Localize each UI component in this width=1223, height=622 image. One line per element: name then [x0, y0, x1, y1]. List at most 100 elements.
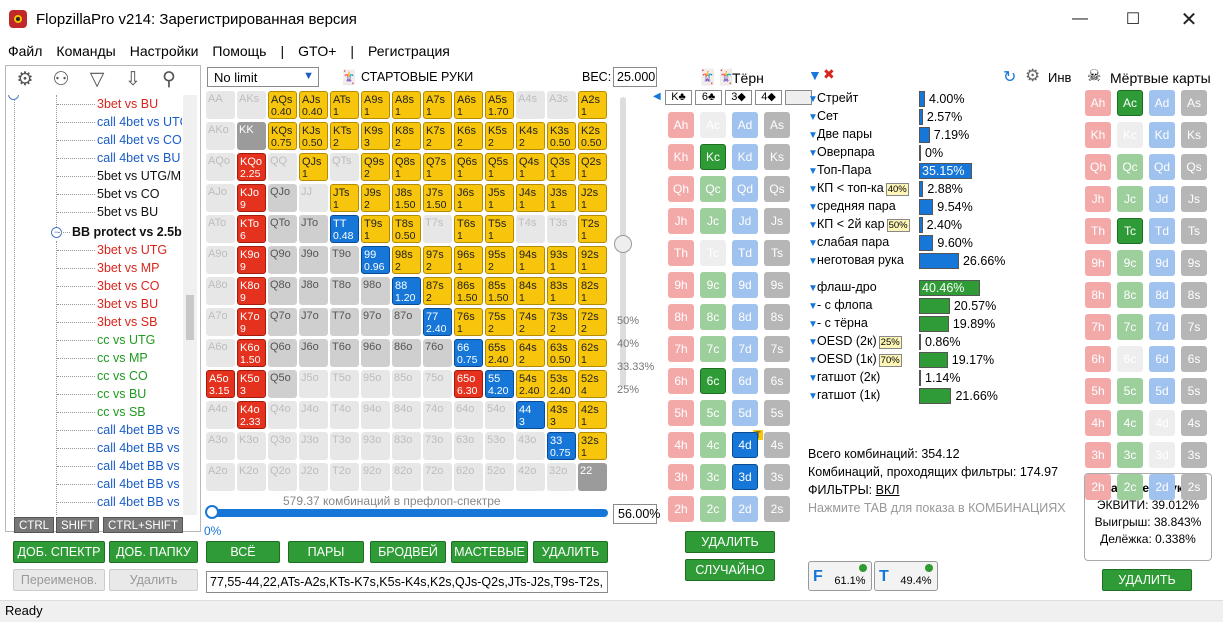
hand-cell[interactable]: QJs 1 [299, 153, 328, 181]
stat-row[interactable]: ▼слабая пара [808, 235, 889, 252]
card-button[interactable]: 2h [668, 496, 694, 522]
card-button[interactable]: 9d [732, 272, 758, 298]
menu-gto[interactable]: GTO+ [298, 43, 336, 59]
tree-item[interactable]: 3bet vs CO [57, 277, 160, 295]
card-button[interactable]: 7c [1117, 314, 1143, 340]
card-button[interactable]: 9s [1181, 250, 1207, 276]
card-button[interactable]: 9d [1149, 250, 1175, 276]
hand-cell[interactable]: 76s 1 [454, 308, 483, 336]
hand-cell[interactable]: Q6o [268, 339, 297, 367]
hand-cell[interactable]: 64s 2 [516, 339, 545, 367]
hand-cell[interactable]: Q2s 1 [578, 153, 607, 181]
filter-icon[interactable]: ▼ [808, 238, 818, 249]
tree-item[interactable]: cc vs UTG [57, 331, 155, 349]
card-button[interactable]: Qh [1085, 154, 1111, 180]
delete-range-button[interactable]: Удалить [109, 569, 198, 591]
card-button[interactable]: 9h [668, 272, 694, 298]
hand-cell[interactable]: T3s [547, 215, 576, 243]
card-button[interactable]: Ts [1181, 218, 1207, 244]
hand-cell[interactable]: T4s [516, 215, 545, 243]
hand-cell[interactable]: 42o [516, 463, 545, 491]
filter-icon[interactable]: ▼ [808, 373, 818, 384]
card-button[interactable]: 7d [1149, 314, 1175, 340]
filter-icon[interactable]: ▼ [808, 355, 818, 366]
hand-cell[interactable]: J9s 2 [361, 184, 390, 212]
filter-icon[interactable]: ▼ [808, 202, 818, 213]
card-button[interactable]: 2d [1149, 474, 1175, 500]
stat-row[interactable]: ▼- с тёрна [808, 316, 868, 333]
card-button[interactable]: 3d [1149, 442, 1175, 468]
filter-icon[interactable]: ▼ [808, 166, 818, 177]
stat-row[interactable]: ▼КП < топ-ка 40% [808, 181, 909, 198]
hand-cell[interactable]: K4o 2.33 [237, 401, 266, 429]
card-button[interactable]: 3c [1117, 442, 1143, 468]
stat-row[interactable]: ▼Сет [808, 109, 838, 126]
hand-cell[interactable]: T8s 0.50 [392, 215, 421, 243]
tree-scrollbar-thumb[interactable] [186, 295, 194, 340]
card-button[interactable]: 8c [1117, 282, 1143, 308]
card-button[interactable]: 4s [1181, 410, 1207, 436]
dead-delete-button[interactable]: УДАЛИТЬ [1102, 569, 1192, 591]
hand-cell[interactable]: Q7o [268, 308, 297, 336]
card-button[interactable]: Qc [1117, 154, 1143, 180]
card-button[interactable]: 3s [1181, 442, 1207, 468]
hand-cell[interactable]: A9s 1 [361, 91, 390, 119]
card-button[interactable]: Kc [700, 144, 726, 170]
hand-cell[interactable]: J9o [299, 246, 328, 274]
card-button[interactable]: 2d [732, 496, 758, 522]
stat-row[interactable]: ▼- с флопа [808, 298, 872, 315]
minimize-icon[interactable]: — [1057, 0, 1103, 38]
tree-item[interactable]: cc vs BU [57, 385, 146, 403]
card-button[interactable]: Qd [732, 176, 758, 202]
card-button[interactable]: 9c [700, 272, 726, 298]
hand-cell[interactable]: A4s [516, 91, 545, 119]
tree-item[interactable]: 3bet vs SB [57, 313, 157, 331]
hand-cell[interactable]: 97s 2 [423, 246, 452, 274]
board-card[interactable]: 3◆ [725, 90, 752, 105]
hand-cell[interactable]: JTs 1 [330, 184, 359, 212]
card-button[interactable]: Tc [1117, 218, 1143, 244]
hand-cell[interactable]: Q3o [268, 432, 297, 460]
card-button[interactable]: 8h [1085, 282, 1111, 308]
card-button[interactable]: Jc [700, 208, 726, 234]
hand-cell[interactable]: 72o [423, 463, 452, 491]
tree-item[interactable]: 3bet vs UTG [57, 241, 167, 259]
invert-label[interactable]: Инв [1048, 70, 1071, 85]
hand-cell[interactable]: KJo 9 [237, 184, 266, 212]
pct-mark[interactable]: 33.33% [617, 361, 654, 373]
hand-cell[interactable]: 96s 1 [454, 246, 483, 274]
hand-cell[interactable]: J8o [299, 277, 328, 305]
card-button[interactable]: 7c [700, 336, 726, 362]
hand-cell[interactable]: 87s 2 [423, 277, 452, 305]
card-button[interactable]: 7s [764, 336, 790, 362]
hand-cell[interactable]: T3o [330, 432, 359, 460]
users-icon[interactable]: ⚇ [46, 66, 76, 92]
hand-cell[interactable]: AJo [206, 184, 235, 212]
hand-cell[interactable]: 42s 1 [578, 401, 607, 429]
card-button[interactable]: 5h [1085, 378, 1111, 404]
card-button[interactable]: Ts [764, 240, 790, 266]
hand-cell[interactable]: 63s 0.50 [547, 339, 576, 367]
stat-row[interactable]: ▼Две пары [808, 127, 872, 144]
hand-cell[interactable]: 92o [361, 463, 390, 491]
hand-cell[interactable]: 77 2.40 [423, 308, 452, 336]
select-suited-button[interactable]: МАСТЕВЫЕ [451, 541, 528, 563]
hand-cell[interactable]: J5s 1 [485, 184, 514, 212]
filter-icon[interactable]: ▼ [808, 112, 818, 123]
card-button[interactable]: 5s [764, 400, 790, 426]
hand-cell[interactable]: 54o [485, 401, 514, 429]
filters-toggle[interactable]: ВКЛ [876, 483, 900, 497]
card-button[interactable]: Ac [700, 112, 726, 138]
card-button[interactable]: 3h [668, 464, 694, 490]
hand-cell[interactable]: 98s 2 [392, 246, 421, 274]
hand-cell[interactable]: Q5o [268, 370, 297, 398]
hand-cell[interactable]: A3s [547, 91, 576, 119]
card-button[interactable]: 5d [1149, 378, 1175, 404]
card-button[interactable]: Qd [1149, 154, 1175, 180]
board-card[interactable]: 4◆ [755, 90, 782, 105]
hand-cell[interactable]: ATs 1 [330, 91, 359, 119]
hand-cell[interactable]: QTo [268, 215, 297, 243]
turn-random-button[interactable]: СЛУЧАЙНО [685, 559, 775, 581]
filter-icon[interactable]: ▼ [808, 148, 818, 159]
hand-cell[interactable]: QQ [268, 153, 297, 181]
